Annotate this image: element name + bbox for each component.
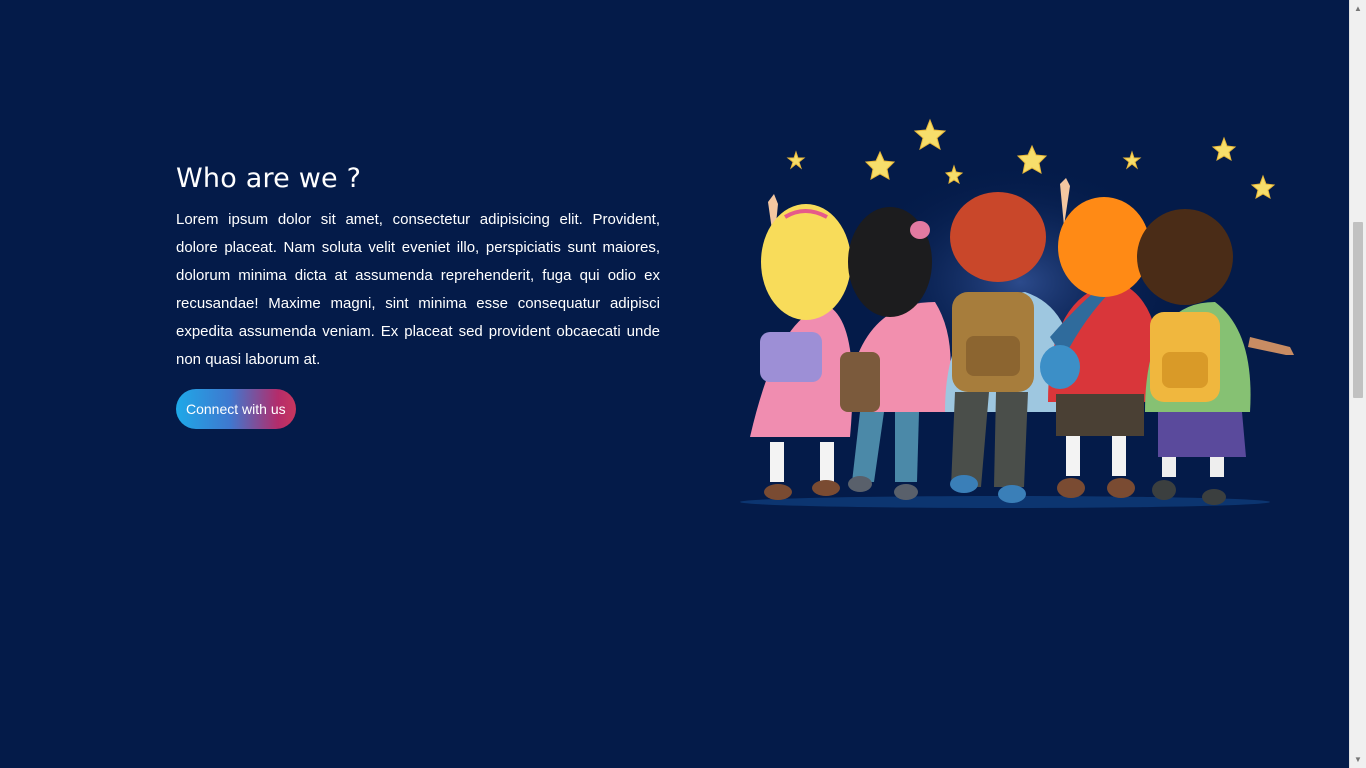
star-icon — [1122, 150, 1142, 170]
kid-blonde — [750, 194, 853, 500]
star-icon — [913, 118, 947, 151]
about-section: Who are we ? Lorem ipsum dolor sit amet,… — [176, 160, 660, 429]
page: Who are we ? Lorem ipsum dolor sit amet,… — [0, 0, 1349, 768]
vertical-scrollbar[interactable]: ▲ ▼ — [1349, 0, 1366, 768]
about-body: Lorem ipsum dolor sit amet, consectetur … — [176, 211, 660, 368]
star-icon — [1250, 174, 1276, 200]
star-icon — [1211, 136, 1237, 162]
kids-stargazing-illustration — [730, 112, 1300, 512]
star-icon — [786, 150, 806, 170]
connect-button[interactable]: Connect with us — [176, 389, 296, 429]
scroll-down-icon[interactable]: ▼ — [1350, 751, 1366, 768]
star-icon — [864, 150, 896, 180]
kid-curly-hair — [1137, 209, 1294, 505]
scroll-thumb[interactable] — [1353, 222, 1363, 398]
about-heading: Who are we ? — [176, 163, 362, 194]
scroll-up-icon[interactable]: ▲ — [1350, 0, 1366, 17]
